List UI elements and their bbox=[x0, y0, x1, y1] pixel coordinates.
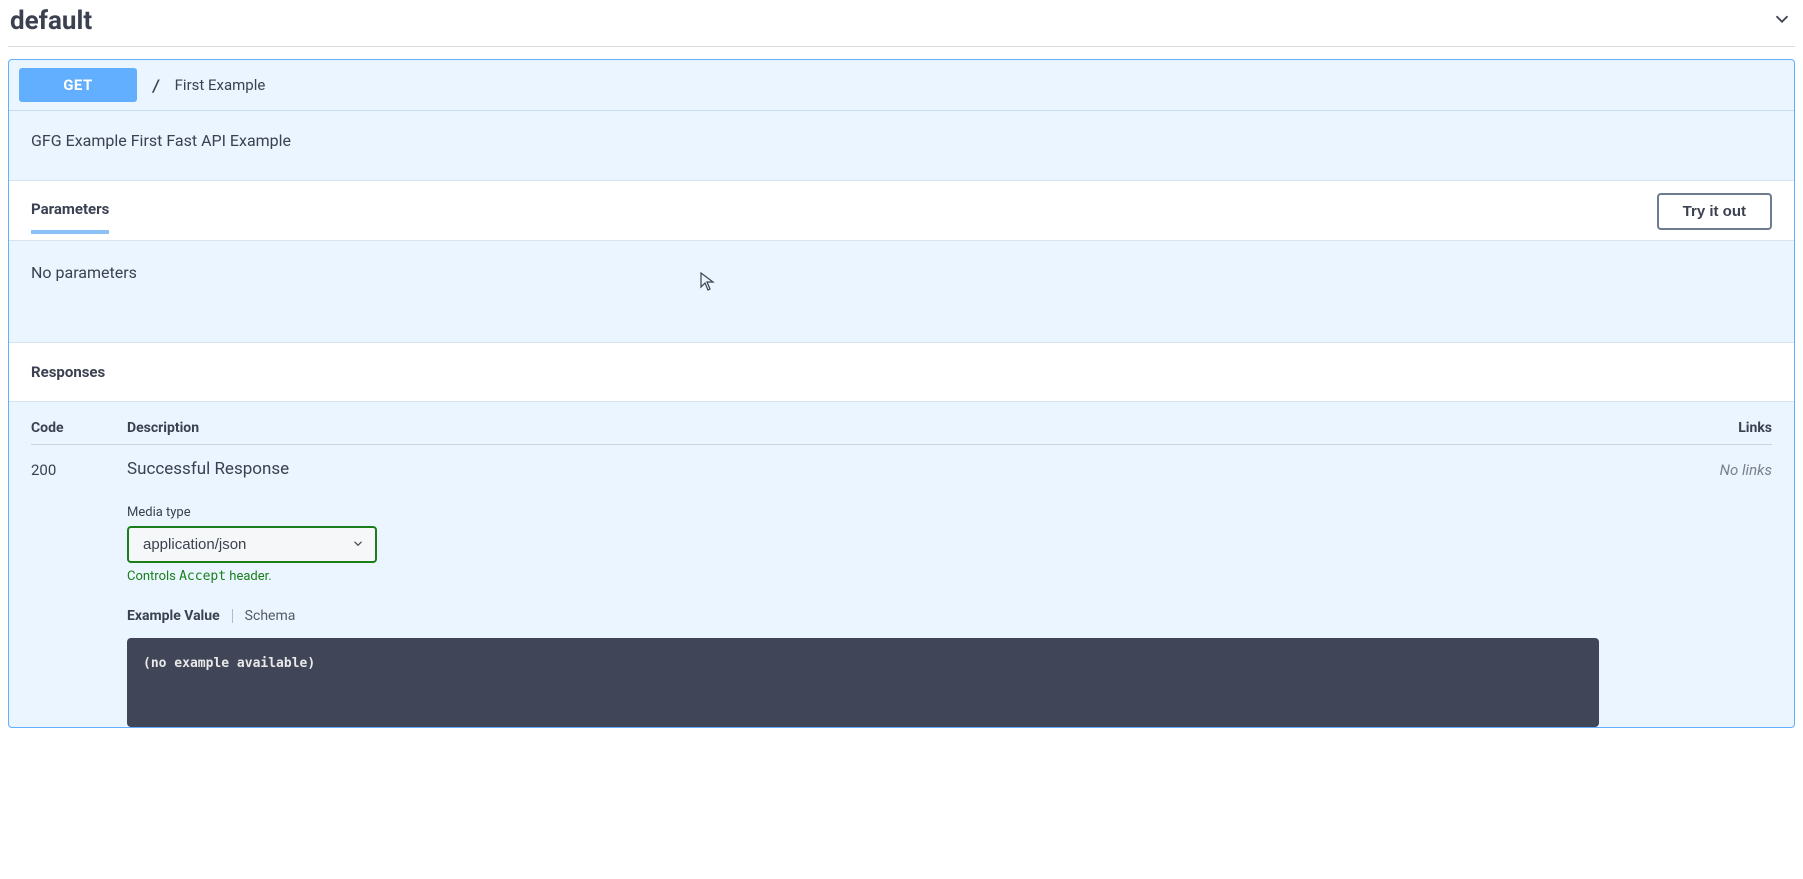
endpoint-description: GFG Example First Fast API Example bbox=[9, 111, 1794, 181]
parameters-tab[interactable]: Parameters bbox=[31, 200, 109, 234]
responses-table: Code Description Links 200 Successful Re… bbox=[9, 402, 1794, 727]
media-type-select[interactable]: application/json bbox=[127, 526, 377, 563]
tag-header[interactable]: default bbox=[8, 0, 1795, 47]
response-description: Successful Response bbox=[127, 459, 1692, 479]
no-parameters-text: No parameters bbox=[9, 241, 1794, 342]
tab-example-value[interactable]: Example Value bbox=[127, 608, 220, 624]
col-header-links: Links bbox=[1692, 420, 1772, 436]
parameters-section-header: Parameters Try it out bbox=[9, 181, 1794, 241]
endpoint-summary: First Example bbox=[175, 76, 266, 94]
col-header-code: Code bbox=[31, 420, 127, 436]
example-schema-tabs: Example Value Schema bbox=[127, 608, 1692, 624]
media-type-select-wrap: application/json bbox=[127, 526, 377, 563]
operation-block: GET / First Example GFG Example First Fa… bbox=[8, 59, 1795, 728]
responses-section-header: Responses bbox=[9, 342, 1794, 402]
controls-code: Accept bbox=[179, 569, 226, 584]
responses-table-head: Code Description Links bbox=[31, 420, 1772, 445]
controls-accept-note: Controls Accept header. bbox=[127, 569, 1692, 584]
tab-separator bbox=[232, 609, 233, 623]
media-type-label: Media type bbox=[127, 505, 1692, 520]
method-badge: GET bbox=[19, 68, 137, 102]
operation-summary-row[interactable]: GET / First Example bbox=[9, 60, 1794, 111]
response-links: No links bbox=[1692, 459, 1772, 727]
controls-prefix: Controls bbox=[127, 569, 179, 584]
try-it-out-button[interactable]: Try it out bbox=[1657, 193, 1772, 230]
response-row: 200 Successful Response Media type appli… bbox=[31, 459, 1772, 727]
col-header-description: Description bbox=[127, 420, 1692, 436]
response-body: Successful Response Media type applicati… bbox=[127, 459, 1692, 727]
example-code-box: (no example available) bbox=[127, 638, 1599, 727]
endpoint-path: / bbox=[151, 76, 161, 95]
chevron-down-icon bbox=[1771, 8, 1793, 34]
response-code: 200 bbox=[31, 459, 127, 727]
tag-title: default bbox=[10, 6, 92, 36]
tab-schema[interactable]: Schema bbox=[245, 608, 296, 624]
controls-suffix: header. bbox=[226, 569, 272, 584]
